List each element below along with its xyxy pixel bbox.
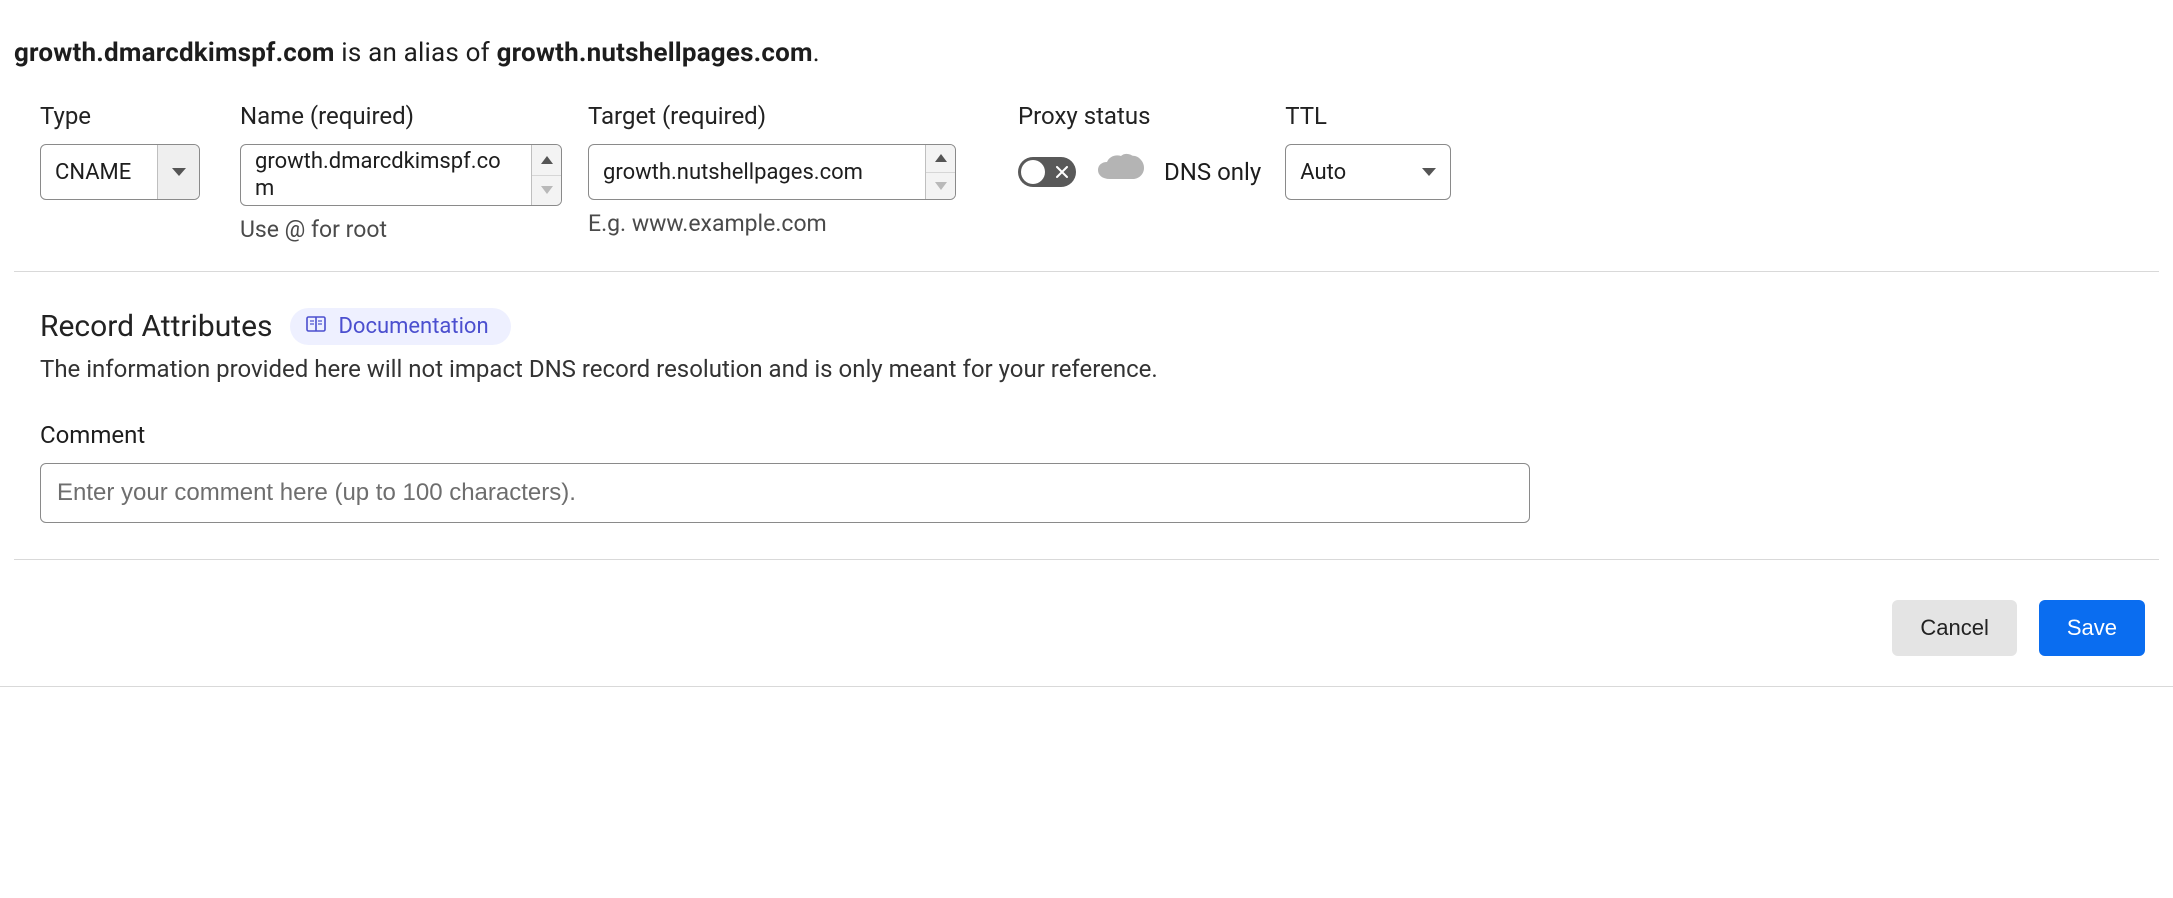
ttl-value: Auto [1286, 145, 1408, 199]
documentation-label: Documentation [338, 314, 488, 339]
ttl-select[interactable]: Auto [1285, 144, 1451, 200]
book-icon [306, 314, 326, 339]
x-icon [1056, 166, 1068, 178]
divider [0, 686, 2173, 687]
documentation-link[interactable]: Documentation [290, 308, 510, 345]
summary-source: growth.dmarcdkimspf.com [14, 38, 335, 68]
ttl-label: TTL [1285, 102, 1451, 130]
name-label: Name (required) [240, 102, 588, 130]
comment-label: Comment [40, 421, 2159, 449]
proxy-toggle[interactable] [1018, 157, 1076, 187]
summary-trailing: . [813, 38, 820, 68]
target-helper: E.g. www.example.com [588, 210, 988, 237]
name-input[interactable]: growth.dmarcdkimspf.com [240, 144, 562, 206]
target-stepper-up[interactable] [926, 145, 955, 173]
comment-input[interactable] [40, 463, 1530, 523]
name-helper: Use @ for root [240, 216, 588, 243]
save-button[interactable]: Save [2039, 600, 2145, 656]
record-attributes-description: The information provided here will not i… [40, 355, 2159, 383]
target-value: growth.nutshellpages.com [589, 145, 925, 200]
target-input[interactable]: growth.nutshellpages.com [588, 144, 956, 200]
toggle-knob [1021, 160, 1045, 184]
target-stepper-down[interactable] [926, 173, 955, 200]
alias-summary: growth.dmarcdkimspf.com is an alias of g… [14, 38, 2159, 68]
proxy-label: Proxy status [1018, 102, 1261, 130]
summary-middle: is an alias of [335, 38, 497, 68]
type-value: CNAME [41, 145, 157, 199]
type-label: Type [40, 102, 240, 130]
chevron-down-icon[interactable] [1408, 145, 1450, 199]
cancel-button[interactable]: Cancel [1892, 600, 2016, 656]
name-stepper-up[interactable] [532, 145, 561, 176]
record-attributes-title: Record Attributes [40, 309, 272, 344]
name-value: growth.dmarcdkimspf.com [241, 145, 531, 205]
type-select[interactable]: CNAME [40, 144, 200, 200]
chevron-down-icon[interactable] [157, 145, 199, 199]
summary-target: growth.nutshellpages.com [497, 38, 813, 68]
name-stepper-down[interactable] [532, 176, 561, 206]
target-label: Target (required) [588, 102, 988, 130]
cloud-icon [1094, 153, 1146, 191]
proxy-status-text: DNS only [1164, 158, 1261, 186]
